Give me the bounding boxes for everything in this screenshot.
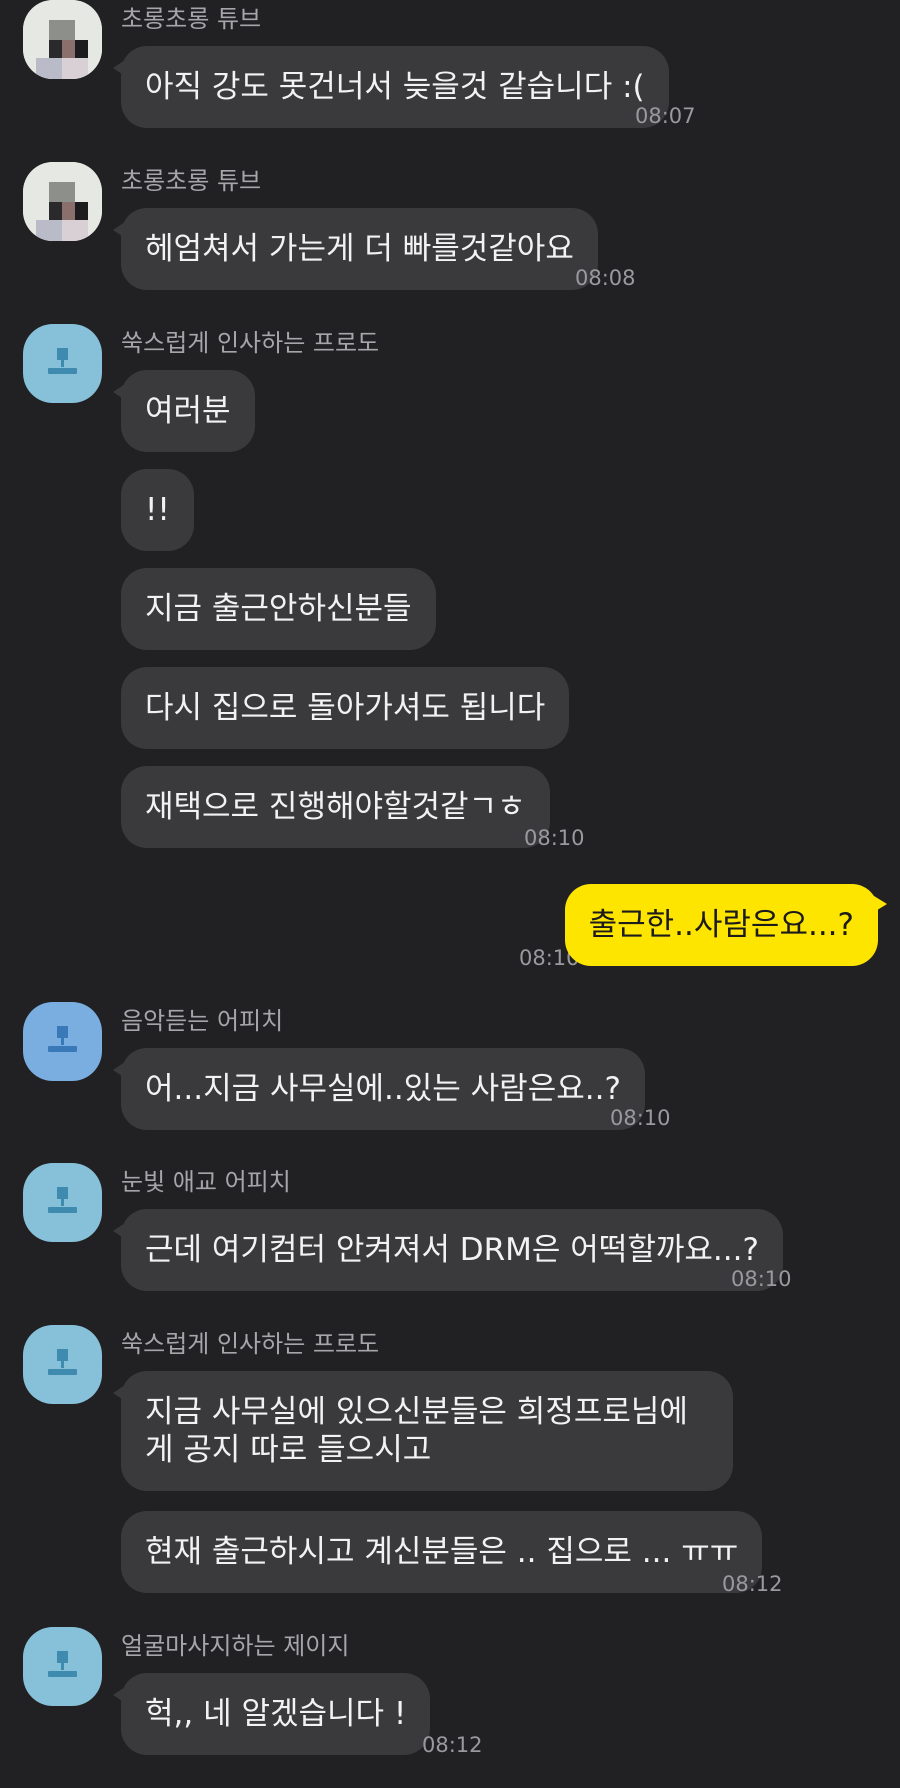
- message-bubble[interactable]: 재택으로 진행해야할것같ㄱㅎ: [121, 766, 550, 848]
- message-time: 08:10: [524, 826, 585, 850]
- avatar[interactable]: [23, 0, 102, 79]
- sender-name: 쑥스럽게 인사하는 프로도: [121, 1330, 380, 1358]
- sender-name: 눈빛 애교 어피치: [121, 1168, 291, 1196]
- sender-name: 쑥스럽게 인사하는 프로도: [121, 329, 380, 357]
- message-time: 08:12: [722, 1572, 783, 1596]
- message-time: 08:08: [575, 266, 636, 290]
- message-bubble[interactable]: 현재 출근하시고 계신분들은 .. 집으로 ... ㅠㅠ: [121, 1511, 763, 1593]
- message-time: 08:10: [731, 1267, 792, 1291]
- default-person-icon: [48, 1187, 77, 1213]
- message-bubble[interactable]: 헉,, 네 알겠습니다 !: [112, 1673, 431, 1755]
- message-time: 08:10: [610, 1106, 671, 1130]
- message-bubble[interactable]: 지금 출근안하신분들: [121, 568, 436, 650]
- message-bubble[interactable]: 헤엄쳐서 가는게 더 빠를것같아요: [113, 208, 598, 290]
- message-bubble[interactable]: 다시 집으로 돌아가셔도 됩니다: [121, 667, 570, 749]
- sender-name: 초롱초롱 튜브: [121, 167, 262, 195]
- message-bubble[interactable]: !!: [121, 469, 194, 551]
- default-person-icon: [48, 1026, 77, 1052]
- default-person-icon: [48, 1651, 77, 1677]
- my-message-bubble[interactable]: 출근한..사람은요...?: [564, 884, 888, 966]
- message-time: 08:07: [635, 104, 696, 128]
- message-bubble[interactable]: 근데 여기컴터 안켜져서 DRM은 어떡할까요...?: [113, 1209, 783, 1291]
- sender-name: 음악듣는 어피치: [121, 1007, 284, 1035]
- default-person-icon: [48, 1349, 77, 1375]
- message-bubble[interactable]: 아직 강도 못건너서 늦을것 같습니다 :(: [113, 46, 669, 128]
- avatar[interactable]: [23, 324, 102, 403]
- message-bubble[interactable]: 여러분: [113, 370, 255, 452]
- avatar[interactable]: [23, 1627, 102, 1706]
- message-bubble[interactable]: 지금 사무실에 있으신분들은 희정프로님에게 공지 따로 들으시고: [113, 1371, 733, 1491]
- sender-name: 초롱초롱 튜브: [121, 5, 262, 33]
- avatar[interactable]: [23, 1163, 102, 1242]
- default-person-icon: [48, 348, 77, 374]
- avatar[interactable]: [23, 1325, 102, 1404]
- sender-name: 얼굴마사지하는 제이지: [121, 1632, 350, 1660]
- message-bubble[interactable]: 어...지금 사무실에..있는 사람은요..?: [113, 1048, 645, 1130]
- avatar[interactable]: [23, 1002, 102, 1081]
- message-time: 08:12: [422, 1733, 483, 1757]
- avatar[interactable]: [23, 162, 102, 241]
